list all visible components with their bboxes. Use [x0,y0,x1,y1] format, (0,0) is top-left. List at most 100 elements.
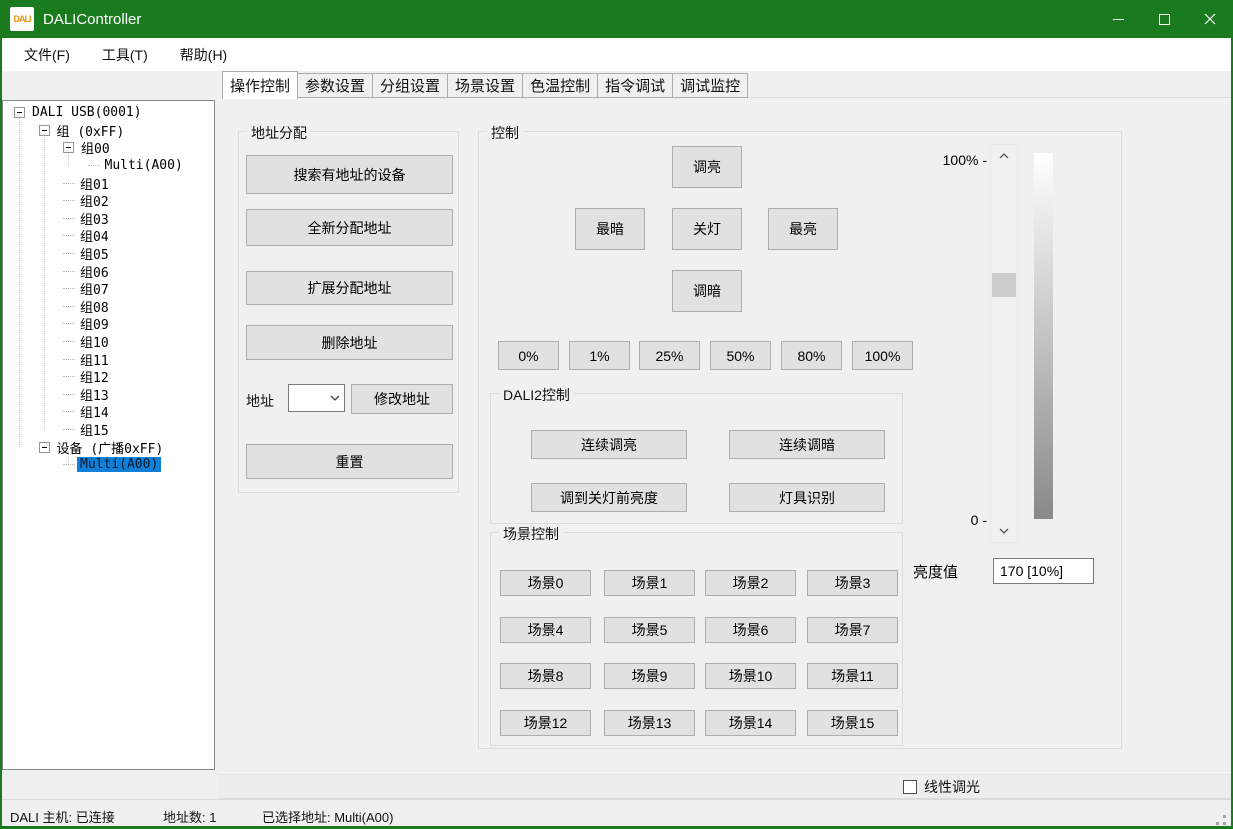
tree-item[interactable]: 组04 [3,227,214,245]
tree-connector [63,253,75,254]
scroll-down-button[interactable] [991,520,1017,542]
scene-button[interactable]: 场景6 [705,617,796,643]
address-action-button[interactable]: 删除地址 [246,325,453,360]
tree-item[interactable]: 组01 [3,174,214,192]
status-address-count: 地址数: 1 [163,807,216,826]
collapse-minus-icon[interactable] [14,107,25,118]
dali2-action-button[interactable]: 调到关灯前亮度 [531,483,687,512]
scene-button[interactable]: 场景14 [705,710,796,736]
brightness-scrollbar[interactable] [990,144,1018,543]
tree-item[interactable]: Multi(A00) [3,157,214,175]
scene-button[interactable]: 场景7 [807,617,898,643]
menu-item[interactable]: 帮助(H) [178,43,229,67]
scene-button[interactable]: 场景1 [604,570,695,596]
dali2-action-button[interactable]: 灯具识别 [729,483,885,512]
device-tree[interactable]: DALI USB(0001) 组 (0xFF) 组00 Multi(A00) 组… [2,100,215,770]
percent-button[interactable]: 80% [781,341,842,370]
tree-item[interactable]: 组12 [3,368,214,386]
scroll-up-button[interactable] [991,145,1017,167]
percent-button[interactable]: 100% [852,341,913,370]
close-button[interactable] [1187,0,1233,38]
reset-button[interactable]: 重置 [246,444,453,479]
collapse-minus-icon[interactable] [63,142,74,153]
tree-item-label: 组05 [77,244,112,263]
tree-item[interactable]: 组05 [3,245,214,263]
tree-item[interactable]: DALI USB(0001) [3,104,214,122]
status-host: DALI 主机: 已连接 [10,807,115,826]
dim-up-button[interactable]: 调亮 [672,146,742,188]
percent-button[interactable]: 0% [498,341,559,370]
tab-strip: 操作控制参数设置分组设置场景设置色温控制指令调试调试监控 [222,73,748,98]
tree-item[interactable]: 组07 [3,280,214,298]
menu-item[interactable]: 文件(F) [22,43,72,67]
scene-button[interactable]: 场景2 [705,570,796,596]
tree-item[interactable]: Multi(A00) [3,456,214,474]
scene-button[interactable]: 场景0 [500,570,591,596]
address-action-button[interactable]: 搜索有地址的设备 [246,155,453,194]
resize-grip-icon[interactable] [1223,815,1226,818]
scene-button[interactable]: 场景12 [500,710,591,736]
tree-item[interactable]: 组 (0xFF) [3,122,214,140]
tab[interactable]: 色温控制 [523,73,598,98]
scene-button[interactable]: 场景10 [705,663,796,689]
scene-button[interactable]: 场景8 [500,663,591,689]
percent-button[interactable]: 25% [639,341,700,370]
tree-item[interactable]: 组15 [3,421,214,439]
address-action-button[interactable]: 全新分配地址 [246,209,453,246]
tree-connector [63,464,75,465]
tree-connector [63,341,75,342]
tree-item-label: 组00 [78,138,113,157]
tree-connector [63,306,75,307]
brightness-value-label: 亮度值 [913,561,958,582]
tree-item[interactable]: 设备 (广播0xFF) [3,438,214,456]
modify-address-button[interactable]: 修改地址 [351,384,453,414]
dim-down-button[interactable]: 调暗 [672,270,742,312]
scene-button[interactable]: 场景5 [604,617,695,643]
collapse-minus-icon[interactable] [39,442,50,453]
brightness-value-field[interactable] [993,558,1094,584]
scene-button[interactable]: 场景4 [500,617,591,643]
scrollbar-thumb[interactable] [992,273,1016,297]
tree-item-label: 组13 [77,385,112,404]
address-assignment-group: 地址分配 搜索有地址的设备全新分配地址扩展分配地址删除地址 地址 修改地址 重置 [238,131,459,493]
tree-item[interactable]: 组02 [3,192,214,210]
tree-item[interactable]: 组00 [3,139,214,157]
min-level-button[interactable]: 最暗 [575,208,645,250]
max-level-button[interactable]: 最亮 [768,208,838,250]
tab[interactable]: 参数设置 [298,73,373,98]
maximize-button[interactable] [1141,0,1187,38]
scene-button[interactable]: 场景13 [604,710,695,736]
tree-item[interactable]: 组08 [3,298,214,316]
tree-item[interactable]: 组11 [3,350,214,368]
tree-item-label: 组04 [77,226,112,245]
tree-item[interactable]: 组03 [3,210,214,228]
tree-connector [63,288,75,289]
address-combobox[interactable] [288,384,345,412]
tab[interactable]: 指令调试 [598,73,673,98]
tree-item[interactable]: 组06 [3,262,214,280]
percent-button[interactable]: 50% [710,341,771,370]
scene-button[interactable]: 场景3 [807,570,898,596]
collapse-minus-icon[interactable] [39,125,50,136]
tab[interactable]: 调试监控 [673,73,748,98]
tab[interactable]: 分组设置 [373,73,448,98]
tree-item[interactable]: 组10 [3,333,214,351]
tree-item[interactable]: 组09 [3,315,214,333]
menu-item[interactable]: 工具(T) [100,43,150,67]
scene-button[interactable]: 场景15 [807,710,898,736]
dali2-action-button[interactable]: 连续调亮 [531,430,687,459]
lamp-off-button[interactable]: 关灯 [672,208,742,250]
minimize-button[interactable] [1095,0,1141,38]
linear-dimming-checkbox[interactable] [903,780,917,794]
tree-item[interactable]: 组13 [3,386,214,404]
tab[interactable]: 场景设置 [448,73,523,98]
scene-button[interactable]: 场景11 [807,663,898,689]
address-action-button[interactable]: 扩展分配地址 [246,271,453,305]
percent-button[interactable]: 1% [569,341,630,370]
dali2-action-button[interactable]: 连续调暗 [729,430,885,459]
chevron-up-icon [999,153,1009,159]
scene-button[interactable]: 场景9 [604,663,695,689]
brightness-min-label: 0 - [909,512,987,528]
tab[interactable]: 操作控制 [222,71,298,99]
tree-item[interactable]: 组14 [3,403,214,421]
